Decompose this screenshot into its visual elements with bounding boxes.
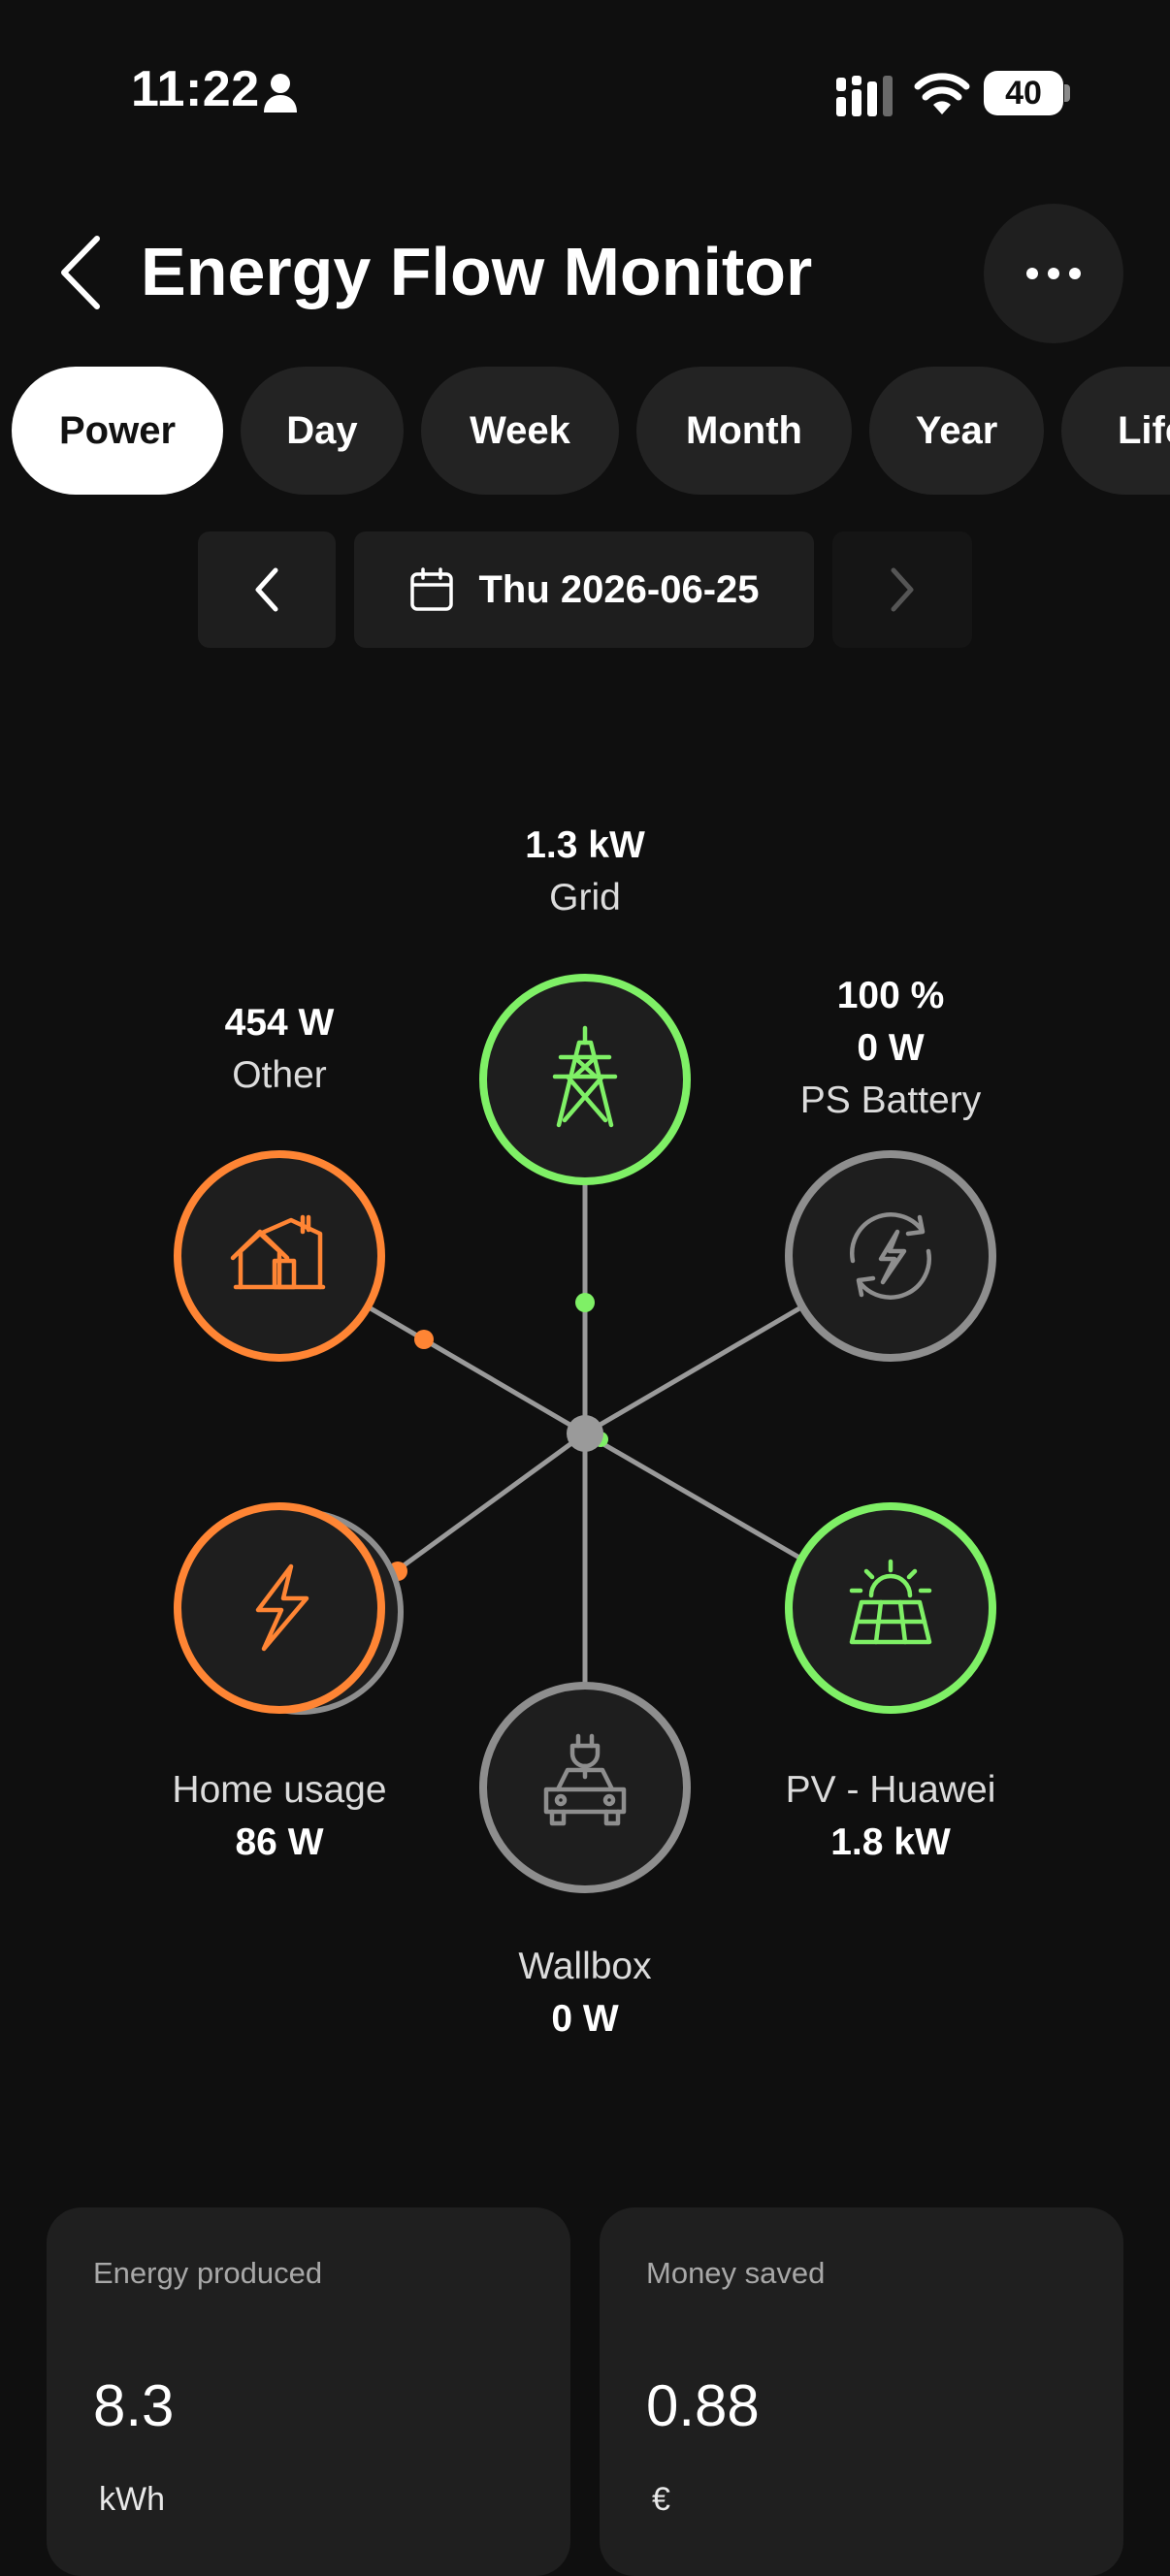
other-node[interactable] [174,1150,385,1362]
more-options-button[interactable] [984,204,1123,343]
money-saved-card[interactable]: Money saved 0.88 € [600,2207,1123,2576]
card-value: 8.3 [93,2373,175,2438]
battery-level: 40 [1005,74,1042,112]
line-home [394,1431,587,1574]
back-button[interactable] [52,231,111,314]
chevron-left-icon [255,567,278,612]
calendar-icon [410,567,454,611]
grid-node[interactable] [479,974,691,1185]
battery-label: 100 % 0 W PS Battery [799,975,982,1121]
card-label: Money saved [646,2256,826,2290]
battery-nub [1064,84,1070,102]
pv-label: PV - Huawei 1.8 kW [785,1769,996,1863]
selected-date: Thu 2026-06-25 [478,567,760,611]
tab-lifetime[interactable]: Lifetime [1061,367,1170,495]
date-picker-button[interactable]: Thu 2026-06-25 [354,531,814,648]
signal-icon [836,76,893,116]
grid-label: 1.3 kW Grid [525,824,645,918]
chevron-right-icon [891,567,914,612]
previous-date-button[interactable] [198,531,336,648]
pv-node[interactable] [785,1502,996,1714]
tab-power[interactable]: Power [12,367,223,495]
tab-month[interactable]: Month [636,367,852,495]
more-horizontal-icon [1026,268,1081,279]
home-usage-label: Home usage 86 W [172,1769,387,1863]
energy-flow-diagram: 1.3 kW Grid 454 W Other 100 % 0 W PS Bat… [0,776,1170,2076]
card-value: 0.88 [646,2373,760,2438]
period-tabs: Power Day Week Month Year Lifetime [12,367,1170,495]
home-usage-node[interactable] [174,1502,404,1715]
line-other [362,1302,587,1436]
card-label: Energy produced [93,2256,323,2290]
line-battery [583,1302,808,1436]
wallbox-label: Wallbox 0 W [518,1946,652,2040]
other-label: 454 W Other [224,1002,335,1096]
tab-week[interactable]: Week [421,367,619,495]
battery-node[interactable] [785,1150,996,1362]
flow-hub [567,1415,603,1452]
card-unit: € [652,2481,670,2518]
next-date-button[interactable] [832,531,972,648]
wifi-icon [914,73,970,114]
line-pv [583,1431,808,1564]
energy-produced-card[interactable]: Energy produced 8.3 kWh [47,2207,570,2576]
card-unit: kWh [99,2481,165,2518]
status-time: 11:22 [131,61,260,117]
flow-dot-other [414,1330,434,1349]
page-title: Energy Flow Monitor [141,234,813,309]
flow-dot-grid [575,1293,595,1312]
person-icon [264,74,297,113]
tab-year[interactable]: Year [869,367,1044,495]
tab-day[interactable]: Day [241,367,404,495]
battery-icon: 40 [984,71,1063,115]
wallbox-node[interactable] [479,1682,691,1893]
